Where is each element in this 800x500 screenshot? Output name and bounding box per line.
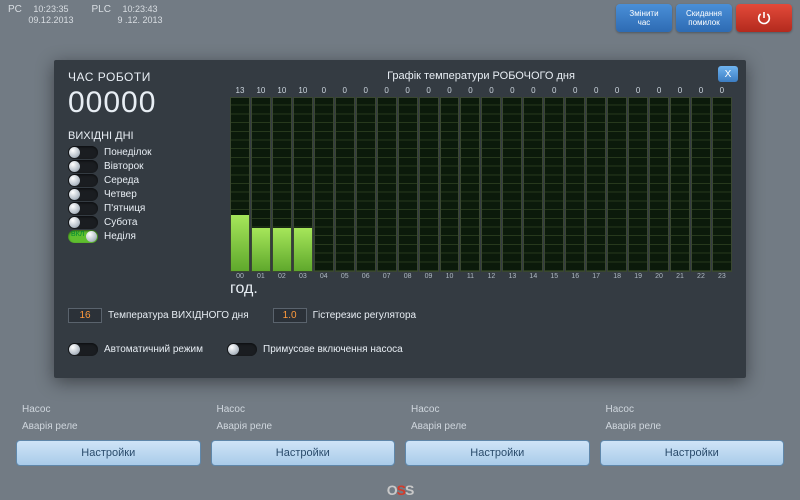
power-icon [756, 10, 772, 26]
bar-11[interactable] [460, 97, 480, 272]
bar-22[interactable] [691, 97, 711, 272]
bar-23[interactable] [712, 97, 732, 272]
bar-00[interactable] [230, 97, 250, 272]
plc-label: PLC [91, 4, 110, 15]
weekend-temp-label: Температура ВИХІДНОГО дня [108, 310, 249, 321]
x-axis-unit: год. [230, 280, 258, 297]
bar-10[interactable] [440, 97, 460, 272]
day-label: Четвер [104, 189, 137, 200]
bar-19[interactable] [628, 97, 648, 272]
weekend-temp-value[interactable]: 16 [68, 308, 102, 323]
bar-17[interactable] [586, 97, 606, 272]
settings-button[interactable]: Настройки [600, 440, 785, 466]
bar-05[interactable] [335, 97, 355, 272]
day-toggle-5[interactable] [68, 216, 98, 229]
weekend-days-label: ВИХІДНІ ДНІ [68, 130, 218, 142]
bar-12[interactable] [481, 97, 501, 272]
hysteresis-value[interactable]: 1.0 [273, 308, 307, 323]
hysteresis-label: Гістерезис регулятора [313, 310, 416, 321]
day-toggle-2[interactable] [68, 174, 98, 187]
reset-errors-button[interactable]: Скидання помилок [676, 4, 732, 32]
day-toggle-1[interactable] [68, 160, 98, 173]
auto-mode-toggle[interactable] [68, 343, 98, 356]
temperature-bar-chart[interactable] [230, 97, 732, 272]
bar-14[interactable] [523, 97, 543, 272]
day-label: П'ятниця [104, 203, 145, 214]
settings-button[interactable]: Настройки [16, 440, 201, 466]
bar-03[interactable] [293, 97, 313, 272]
bar-08[interactable] [398, 97, 418, 272]
bar-07[interactable] [377, 97, 397, 272]
bar-01[interactable] [251, 97, 271, 272]
change-time-button[interactable]: Змінити час [616, 4, 672, 32]
power-button[interactable] [736, 4, 792, 32]
day-toggle-0[interactable] [68, 146, 98, 159]
bar-18[interactable] [607, 97, 627, 272]
bar-02[interactable] [272, 97, 292, 272]
pump-status: Насос [16, 402, 201, 417]
pc-clock: PC 10:23:3509.12.2013 [8, 4, 73, 26]
bar-20[interactable] [649, 97, 669, 272]
force-pump-toggle[interactable] [227, 343, 257, 356]
day-label: Понеділок [104, 147, 152, 158]
relay-fault-status: Аварія реле [16, 419, 201, 434]
bar-21[interactable] [670, 97, 690, 272]
auto-mode-label: Автоматичний режим [104, 344, 203, 355]
day-toggle-4[interactable] [68, 202, 98, 215]
bar-04[interactable] [314, 97, 334, 272]
plc-clock: PLC 10:23:439 .12. 2013 [91, 4, 162, 26]
bar-16[interactable] [565, 97, 585, 272]
settings-button[interactable]: Настройки [405, 440, 590, 466]
chart-title: Графік температури РОБОЧОГО дня [230, 70, 732, 82]
day-label: Вівторок [104, 161, 144, 172]
bar-09[interactable] [419, 97, 439, 272]
bar-13[interactable] [502, 97, 522, 272]
bar-06[interactable] [356, 97, 376, 272]
schedule-modal: X ЧАС РОБОТИ 00000 ВИХІДНІ ДНІ Понеділок… [54, 60, 746, 378]
day-toggle-6[interactable] [68, 230, 98, 243]
day-label: Середа [104, 175, 139, 186]
pc-label: PC [8, 4, 22, 15]
footer-logo: OSS [387, 482, 414, 498]
day-label: Субота [104, 217, 137, 228]
bar-15[interactable] [544, 97, 564, 272]
force-pump-label: Примусове включення насоса [263, 344, 403, 355]
day-label: Неділя [104, 231, 136, 242]
work-time-label: ЧАС РОБОТИ [68, 70, 218, 84]
day-toggle-3[interactable] [68, 188, 98, 201]
work-time-value: 00000 [68, 86, 218, 120]
settings-button[interactable]: Настройки [211, 440, 396, 466]
